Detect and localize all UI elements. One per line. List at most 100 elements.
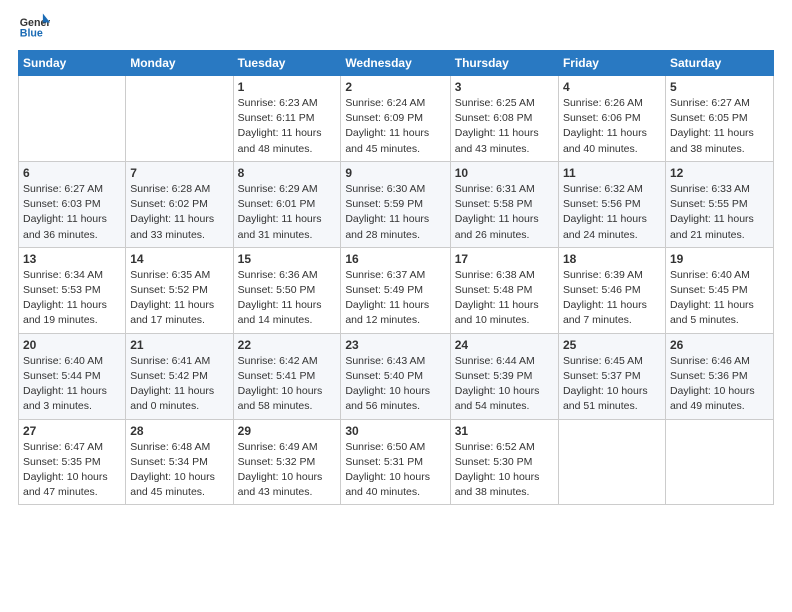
calendar-week-1: 6Sunrise: 6:27 AMSunset: 6:03 PMDaylight… (19, 161, 774, 247)
day-number: 2 (345, 80, 445, 94)
calendar-cell: 5Sunrise: 6:27 AMSunset: 6:05 PMDaylight… (665, 76, 773, 162)
day-number: 17 (455, 252, 554, 266)
header: General Blue (18, 10, 774, 42)
calendar-cell: 8 Sunrise: 6:29 AMSunset: 6:01 PMDaylight… (233, 161, 341, 247)
day-number: 13 (23, 252, 121, 266)
day-number: 6 (23, 166, 121, 180)
calendar-cell (19, 76, 126, 162)
calendar-week-4: 27 Sunrise: 6:47 AMSunset: 5:35 PMDayligh… (19, 419, 774, 505)
day-info: Sunrise: 6:44 AMSunset: 5:39 PMDaylight:… (455, 354, 554, 415)
day-info: Sunrise: 6:42 AMSunset: 5:41 PMDaylight:… (238, 354, 337, 415)
day-info: Sunrise: 6:40 AMSunset: 5:45 PMDaylight:… (670, 268, 769, 329)
calendar-cell: 13 Sunrise: 6:34 AMSunset: 5:53 PMDayligh… (19, 247, 126, 333)
day-number: 8 (238, 166, 337, 180)
day-number: 16 (345, 252, 445, 266)
day-number: 23 (345, 338, 445, 352)
day-info: Sunrise: 6:25 AMSunset: 6:08 PMDaylight:… (455, 96, 554, 157)
day-number: 12 (670, 166, 769, 180)
day-info: Sunrise: 6:48 AMSunset: 5:34 PMDaylight:… (130, 440, 228, 501)
calendar-cell: 31Sunrise: 6:52 AMSunset: 5:30 PMDayligh… (450, 419, 558, 505)
day-info: Sunrise: 6:24 AMSunset: 6:09 PMDaylight:… (345, 96, 445, 157)
calendar-cell: 17 Sunrise: 6:38 AMSunset: 5:48 PMDayligh… (450, 247, 558, 333)
calendar-cell (558, 419, 665, 505)
calendar-cell: 10 Sunrise: 6:31 AMSunset: 5:58 PMDayligh… (450, 161, 558, 247)
day-info: Sunrise: 6:47 AMSunset: 5:35 PMDaylight:… (23, 440, 121, 501)
calendar-table: SundayMondayTuesdayWednesdayThursdayFrid… (18, 50, 774, 505)
day-info: Sunrise: 6:31 AMSunset: 5:58 PMDaylight:… (455, 182, 554, 243)
calendar-cell: 29Sunrise: 6:49 AMSunset: 5:32 PMDayligh… (233, 419, 341, 505)
day-info: Sunrise: 6:28 AMSunset: 6:02 PMDaylight:… (130, 182, 228, 243)
col-header-thursday: Thursday (450, 51, 558, 76)
calendar-week-2: 13 Sunrise: 6:34 AMSunset: 5:53 PMDayligh… (19, 247, 774, 333)
day-info: Sunrise: 6:38 AMSunset: 5:48 PMDaylight:… (455, 268, 554, 329)
calendar-cell: 6Sunrise: 6:27 AMSunset: 6:03 PMDaylight… (19, 161, 126, 247)
page: General Blue SundayMondayTuesdayWednesda… (0, 0, 792, 612)
col-header-tuesday: Tuesday (233, 51, 341, 76)
day-info: Sunrise: 6:33 AMSunset: 5:55 PMDaylight:… (670, 182, 769, 243)
col-header-friday: Friday (558, 51, 665, 76)
day-info: Sunrise: 6:39 AMSunset: 5:46 PMDaylight:… (563, 268, 661, 329)
calendar-cell: 3 Sunrise: 6:25 AMSunset: 6:08 PMDaylight… (450, 76, 558, 162)
day-info: Sunrise: 6:50 AMSunset: 5:31 PMDaylight:… (345, 440, 445, 501)
calendar-header-row: SundayMondayTuesdayWednesdayThursdayFrid… (19, 51, 774, 76)
calendar-cell: 26 Sunrise: 6:46 AMSunset: 5:36 PMDayligh… (665, 333, 773, 419)
calendar-cell: 30 Sunrise: 6:50 AMSunset: 5:31 PMDayligh… (341, 419, 450, 505)
day-number: 11 (563, 166, 661, 180)
day-info: Sunrise: 6:43 AMSunset: 5:40 PMDaylight:… (345, 354, 445, 415)
day-info: Sunrise: 6:52 AMSunset: 5:30 PMDaylight:… (455, 440, 554, 501)
day-info: Sunrise: 6:46 AMSunset: 5:36 PMDaylight:… (670, 354, 769, 415)
logo: General Blue (18, 10, 54, 42)
calendar-cell: 28 Sunrise: 6:48 AMSunset: 5:34 PMDayligh… (126, 419, 233, 505)
day-info: Sunrise: 6:40 AMSunset: 5:44 PMDaylight:… (23, 354, 121, 415)
calendar-cell: 12 Sunrise: 6:33 AMSunset: 5:55 PMDayligh… (665, 161, 773, 247)
calendar-cell: 9 Sunrise: 6:30 AMSunset: 5:59 PMDaylight… (341, 161, 450, 247)
day-number: 22 (238, 338, 337, 352)
day-number: 26 (670, 338, 769, 352)
day-number: 5 (670, 80, 769, 94)
day-info: Sunrise: 6:37 AMSunset: 5:49 PMDaylight:… (345, 268, 445, 329)
day-number: 21 (130, 338, 228, 352)
calendar-cell: 27 Sunrise: 6:47 AMSunset: 5:35 PMDayligh… (19, 419, 126, 505)
col-header-monday: Monday (126, 51, 233, 76)
svg-text:Blue: Blue (20, 28, 43, 40)
day-number: 4 (563, 80, 661, 94)
col-header-sunday: Sunday (19, 51, 126, 76)
day-info: Sunrise: 6:26 AMSunset: 6:06 PMDaylight:… (563, 96, 661, 157)
day-number: 30 (345, 424, 445, 438)
calendar-cell: 23 Sunrise: 6:43 AMSunset: 5:40 PMDayligh… (341, 333, 450, 419)
day-number: 27 (23, 424, 121, 438)
day-number: 18 (563, 252, 661, 266)
day-number: 25 (563, 338, 661, 352)
calendar-cell: 11Sunrise: 6:32 AMSunset: 5:56 PMDayligh… (558, 161, 665, 247)
day-info: Sunrise: 6:35 AMSunset: 5:52 PMDaylight:… (130, 268, 228, 329)
day-info: Sunrise: 6:34 AMSunset: 5:53 PMDaylight:… (23, 268, 121, 329)
day-info: Sunrise: 6:23 AMSunset: 6:11 PMDaylight:… (238, 96, 337, 157)
day-number: 28 (130, 424, 228, 438)
day-number: 9 (345, 166, 445, 180)
calendar-cell: 21 Sunrise: 6:41 AMSunset: 5:42 PMDayligh… (126, 333, 233, 419)
day-info: Sunrise: 6:41 AMSunset: 5:42 PMDaylight:… (130, 354, 228, 415)
day-info: Sunrise: 6:45 AMSunset: 5:37 PMDaylight:… (563, 354, 661, 415)
calendar-cell: 24 Sunrise: 6:44 AMSunset: 5:39 PMDayligh… (450, 333, 558, 419)
col-header-wednesday: Wednesday (341, 51, 450, 76)
day-number: 10 (455, 166, 554, 180)
calendar-cell: 25 Sunrise: 6:45 AMSunset: 5:37 PMDayligh… (558, 333, 665, 419)
calendar-cell: 1Sunrise: 6:23 AMSunset: 6:11 PMDaylight… (233, 76, 341, 162)
calendar-cell (126, 76, 233, 162)
calendar-cell: 19Sunrise: 6:40 AMSunset: 5:45 PMDayligh… (665, 247, 773, 333)
calendar-cell: 18 Sunrise: 6:39 AMSunset: 5:46 PMDayligh… (558, 247, 665, 333)
col-header-saturday: Saturday (665, 51, 773, 76)
day-info: Sunrise: 6:29 AMSunset: 6:01 PMDaylight:… (238, 182, 337, 243)
calendar-cell: 4 Sunrise: 6:26 AMSunset: 6:06 PMDaylight… (558, 76, 665, 162)
day-number: 29 (238, 424, 337, 438)
calendar-week-0: 1Sunrise: 6:23 AMSunset: 6:11 PMDaylight… (19, 76, 774, 162)
day-number: 24 (455, 338, 554, 352)
calendar-cell: 22 Sunrise: 6:42 AMSunset: 5:41 PMDayligh… (233, 333, 341, 419)
calendar-cell: 14 Sunrise: 6:35 AMSunset: 5:52 PMDayligh… (126, 247, 233, 333)
day-number: 15 (238, 252, 337, 266)
day-number: 3 (455, 80, 554, 94)
day-number: 14 (130, 252, 228, 266)
day-info: Sunrise: 6:30 AMSunset: 5:59 PMDaylight:… (345, 182, 445, 243)
calendar-cell: 2 Sunrise: 6:24 AMSunset: 6:09 PMDaylight… (341, 76, 450, 162)
day-number: 20 (23, 338, 121, 352)
